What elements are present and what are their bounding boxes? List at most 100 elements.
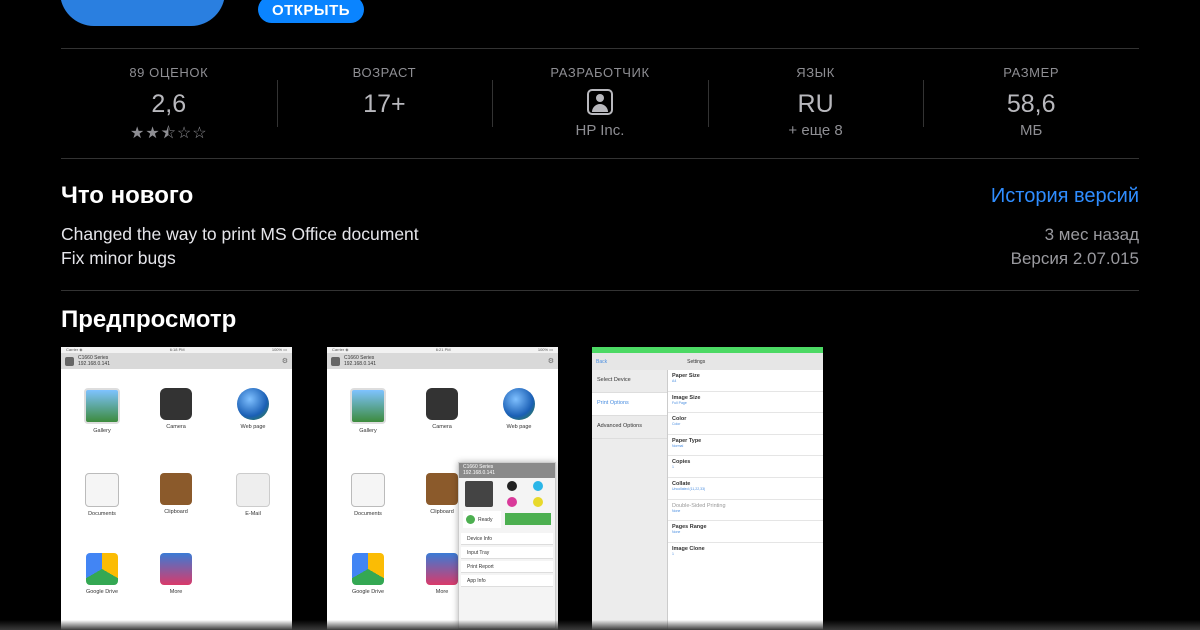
ink-yellow-icon [533,497,543,507]
size-label: РАЗМЕР [1003,65,1060,80]
language-value: RU [797,90,834,118]
age-label: ВОЗРАСТ [352,65,417,80]
folder-icon [160,553,192,585]
ink-black-icon [507,481,517,491]
person-icon [586,89,613,115]
status-battery: 100% ▭ [537,347,553,352]
settings-nav: Back Settings [592,353,823,370]
release-note: Fix minor bugs [61,247,176,268]
option-row: Double-Sided Printing None [668,500,823,522]
rating-stars-icon: ★★⯪☆☆ [130,125,208,142]
mail-icon [236,473,270,507]
developer-label: РАЗРАБОТЧИК [550,65,650,80]
gallery-icon [84,388,120,424]
stat-ratings[interactable]: 89 ОЦЕНОК 2,6 ★★⯪☆☆ [61,49,277,158]
printer-bar: C1660 Series 192.168.0.141 ⚙ [327,353,558,369]
printer-ip: 192.168.0.141 [344,361,376,367]
preview-screenshot-2[interactable]: Carrier ◈ 6:21 PM 100% ▭ C1660 Series 192… [327,347,558,630]
tile-label: Gallery [359,428,377,434]
folder-icon [426,553,458,585]
tile-label: Gallery [93,428,111,434]
sidebar-item-select-device: Select Device [592,370,667,393]
web-tile: Web page [489,388,549,430]
option-row: Image Size Full Page [668,392,823,414]
developer-name: HP Inc. [575,122,625,139]
open-button[interactable]: ОТКРЫТЬ [258,0,364,23]
camera-tile: Camera [146,388,206,430]
stat-age: ВОЗРАСТ 17+ [276,49,493,158]
documents-tile: Documents [72,473,132,517]
ink-magenta-icon [507,497,517,507]
size-value: 58,6 [1006,90,1056,118]
status-time: 6:18 PM [169,347,185,352]
tile-label: Clipboard [430,509,454,515]
app-icon [60,0,225,26]
tile-label: More [169,589,183,595]
preview-screenshot-3[interactable]: Back Settings Select Device Print Option… [592,347,823,630]
ready-status: Ready [463,511,501,528]
menu-input-tray: Input Tray [461,547,553,559]
camera-tile: Camera [412,388,472,430]
whats-new-title: Что нового [61,182,194,209]
gear-icon: ⚙ [281,358,288,365]
globe-icon [237,388,269,420]
tile-label: Camera [432,424,452,430]
stat-size: РАЗМЕР 58,6 МБ [923,49,1139,158]
developer-icon-wrap [492,89,708,118]
globe-icon [503,388,535,420]
option-row: Paper Type Normal [668,435,823,457]
clipboard-icon [160,473,192,505]
drive-tile: Google Drive [72,553,132,595]
printer-icon [65,356,74,366]
rating-value: 2,6 [151,90,187,118]
camera-icon [160,388,192,420]
tile-label: Google Drive [351,589,385,595]
version-history-link[interactable]: История версий [991,185,1139,208]
supplies-button [505,513,551,525]
printer-ip: 192.168.0.141 [78,361,110,367]
option-row: Copies 1 [668,456,823,478]
tile-label: Web page [506,424,532,430]
document-icon [351,473,385,507]
settings-title: Settings [687,358,706,365]
sidebar-item-advanced-options: Advanced Options [592,416,667,439]
printer-status-popup: C1660 Series 192.168.0.141 Ready Device I… [458,462,556,629]
tile-label: E-Mail [245,511,261,517]
status-battery: 100% ▭ [271,347,287,352]
menu-print-report: Print Report [461,561,553,573]
printer-icon [331,356,340,366]
document-icon [85,473,119,507]
settings-options: Paper Size A4 Image Size Full Page Color Co… [668,370,823,564]
option-row: Paper Size A4 [668,370,823,392]
preview-screenshot-1[interactable]: Carrier ◈ 6:18 PM 100% ▭ C1660 Series 192… [61,347,292,630]
gallery-tile: Gallery [72,388,132,434]
tile-label: Web page [240,424,266,430]
clipboard-icon [426,473,458,505]
status-carrier: Carrier ◈ [66,347,83,352]
clipboard-tile: Clipboard [146,473,206,515]
tile-label: Documents [354,511,382,517]
app-stats: 89 ОЦЕНОК 2,6 ★★⯪☆☆ ВОЗРАСТ 17+ РАЗРАБОТ… [61,49,1139,158]
popup-header: C1660 Series 192.168.0.141 [459,463,555,478]
gallery-tile: Gallery [338,388,398,434]
divider [61,290,1139,291]
back-link: Back [596,358,608,365]
release-note: Changed the way to print MS Office docum… [61,224,419,244]
stat-language[interactable]: ЯЗЫК RU + еще 8 [707,49,924,158]
language-label: ЯЗЫК [796,65,835,80]
gallery-icon [350,388,386,424]
tile-label: Documents [88,511,116,517]
documents-tile: Documents [338,473,398,517]
option-row: Collate Uncollated (11,22,33) [668,478,823,500]
printer-image [465,481,493,507]
release-date: 3 мес назад [1044,225,1139,244]
popup-printer-ip: 192.168.0.141 [463,470,495,476]
tile-label: Clipboard [164,509,188,515]
option-row: Color Color [668,413,823,435]
stat-developer[interactable]: РАЗРАБОТЧИК HP Inc. [492,49,708,158]
menu-device-info: Device Info [461,533,553,545]
email-tile: E-Mail [223,473,283,517]
menu-app-info: App Info [461,575,553,587]
release-notes: Changed the way to print MS Office docum… [61,223,419,270]
preview-title: Предпросмотр [61,306,237,333]
